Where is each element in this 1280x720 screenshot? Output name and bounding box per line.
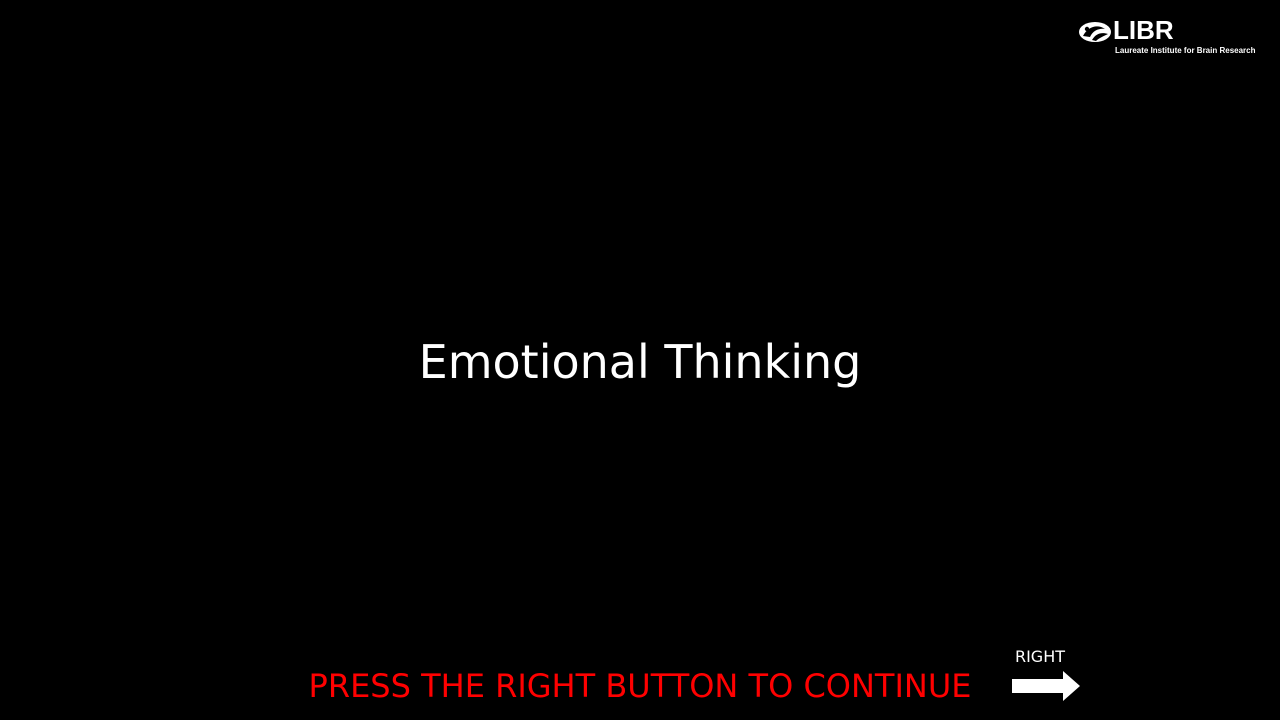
libr-logo: LIBR Laureate Institute for Brain Resear… bbox=[1078, 14, 1268, 58]
right-arrow-icon bbox=[1012, 671, 1080, 701]
continue-instruction: PRESS THE RIGHT BUTTON TO CONTINUE bbox=[308, 667, 972, 705]
brain-swirl-icon bbox=[1079, 22, 1111, 42]
logo-wordmark: LIBR bbox=[1113, 15, 1174, 45]
slide-title: Emotional Thinking bbox=[418, 335, 862, 389]
logo-subtitle: Laureate Institute for Brain Research bbox=[1115, 46, 1256, 55]
right-button-label: RIGHT bbox=[1014, 647, 1066, 666]
